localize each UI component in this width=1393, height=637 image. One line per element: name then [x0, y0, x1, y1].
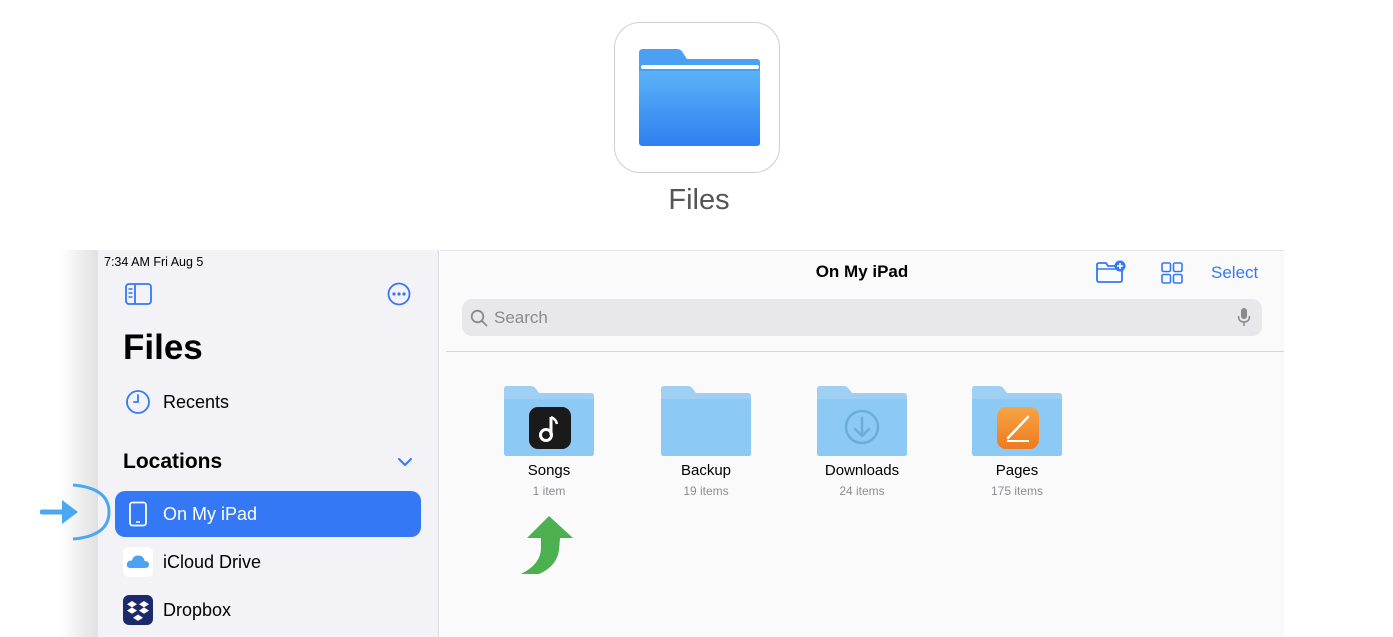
- folder-name: Songs: [527, 462, 571, 479]
- sidebar: 7:34 AM Fri Aug 5 Files Recents Location…: [98, 250, 439, 637]
- grid-view-icon[interactable]: [1161, 262, 1183, 284]
- clock-icon: [123, 387, 153, 417]
- folder-count: 175 items: [990, 484, 1044, 498]
- sidebar-item-label: Dropbox: [163, 599, 232, 620]
- sidebar-item-icloud-drive[interactable]: iCloud Drive: [115, 539, 421, 585]
- search-bar: [462, 299, 1262, 336]
- more-options-icon[interactable]: [387, 282, 411, 306]
- sidebar-item-dropbox[interactable]: Dropbox: [115, 587, 421, 633]
- folder-count: 19 items: [683, 484, 729, 498]
- ipad-icon: [123, 499, 153, 529]
- sidebar-item-label: On My iPad: [163, 503, 258, 524]
- folder-count: 1 item: [532, 484, 566, 498]
- search-input[interactable]: [494, 307, 1214, 328]
- select-button[interactable]: Select: [1211, 263, 1258, 283]
- files-app-icon[interactable]: [614, 22, 780, 173]
- locations-header: Locations: [123, 450, 223, 473]
- sidebar-item-recents[interactable]: Recents: [115, 379, 421, 425]
- folder-backup[interactable]: Backup 19 items: [641, 385, 771, 498]
- page-title: On My iPad: [815, 262, 909, 281]
- status-time: 7:34 AM Fri Aug 5: [104, 255, 204, 269]
- sidebar-toggle-icon[interactable]: [125, 283, 152, 305]
- pages-app-icon: [997, 407, 1039, 449]
- folder-name: Pages: [995, 462, 1039, 479]
- cloud-icon: [123, 547, 153, 577]
- new-folder-icon[interactable]: [1095, 260, 1127, 284]
- sidebar-item-on-my-ipad[interactable]: On My iPad: [115, 491, 421, 537]
- folder-songs[interactable]: Songs 1 item: [484, 385, 614, 498]
- green-arrow-icon: [521, 516, 573, 574]
- sidebar-item-label: Recents: [163, 391, 230, 412]
- annotation-arrow-icon: [40, 483, 111, 541]
- folder-downloads[interactable]: Downloads 24 items: [797, 385, 927, 498]
- dropbox-icon: [123, 595, 153, 625]
- app-icon-label: Files: [668, 184, 730, 216]
- sidebar-item-label: iCloud Drive: [163, 551, 262, 572]
- sidebar-title: Files: [123, 328, 203, 367]
- chevron-down-icon[interactable]: [397, 456, 413, 468]
- divider: [446, 351, 1284, 352]
- folder-name: Backup: [680, 462, 732, 479]
- frame-shadow: [60, 250, 98, 637]
- folder-name: Downloads: [824, 462, 900, 479]
- microphone-icon[interactable]: [1237, 307, 1251, 327]
- search-icon: [470, 309, 488, 326]
- folder-pages[interactable]: Pages 175 items: [952, 385, 1082, 498]
- main-pane: On My iPad Select Search Songs 1 item Ba…: [440, 250, 1284, 637]
- music-app-icon: [529, 407, 571, 449]
- folder-icon: [639, 49, 760, 146]
- folder-icon: [661, 386, 751, 456]
- folder-icon: [817, 386, 907, 456]
- folder-count: 24 items: [839, 484, 885, 498]
